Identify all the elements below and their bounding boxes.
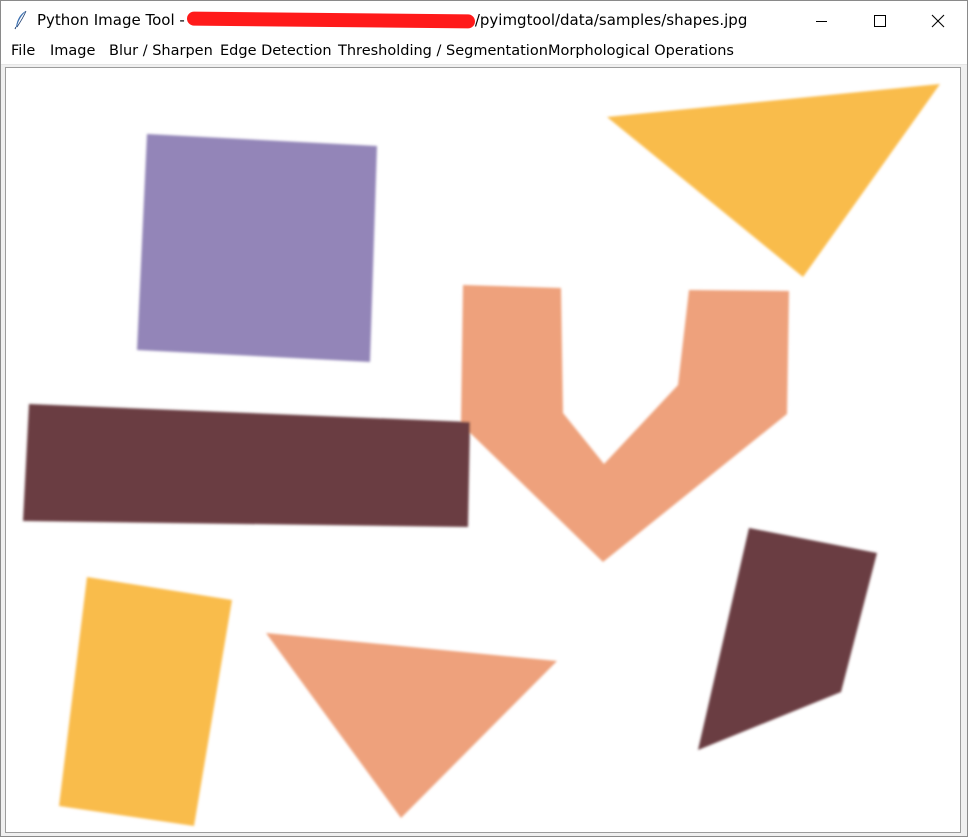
- window-title-prefix: Python Image Tool -: [37, 11, 185, 29]
- menu-blur-sharpen[interactable]: Blur / Sharpen: [109, 43, 213, 59]
- feather-icon: [14, 10, 27, 30]
- window-title: Python Image Tool - /pyimgtool/data/samp…: [37, 11, 747, 29]
- menu-edge-detection[interactable]: Edge Detection: [220, 43, 332, 59]
- menu-thresholding-segmentation[interactable]: Thresholding / Segmentation: [338, 43, 548, 59]
- purple-square-shape: [137, 134, 377, 362]
- shapes-image: [6, 68, 960, 832]
- menu-bar: File Image Blur / Sharpen Edge Detection…: [1, 40, 967, 65]
- minimize-button[interactable]: [793, 1, 851, 40]
- title-bar[interactable]: Python Image Tool - /pyimgtool/data/samp…: [1, 1, 967, 40]
- menu-image[interactable]: Image: [50, 43, 95, 59]
- window-title-path: /pyimgtool/data/samples/shapes.jpg: [474, 11, 748, 29]
- image-canvas[interactable]: [5, 67, 961, 833]
- menu-morphological-operations[interactable]: Morphological Operations: [548, 43, 734, 59]
- app-window: Python Image Tool - /pyimgtool/data/samp…: [0, 0, 968, 837]
- maximize-icon: [874, 14, 886, 27]
- maximize-button[interactable]: [851, 1, 909, 40]
- redaction-mark: [186, 11, 475, 29]
- menu-file[interactable]: File: [11, 43, 35, 59]
- close-icon: [931, 14, 945, 27]
- minimize-icon: [816, 20, 827, 22]
- brown-bar-shape: [23, 404, 470, 527]
- close-button[interactable]: [909, 1, 967, 40]
